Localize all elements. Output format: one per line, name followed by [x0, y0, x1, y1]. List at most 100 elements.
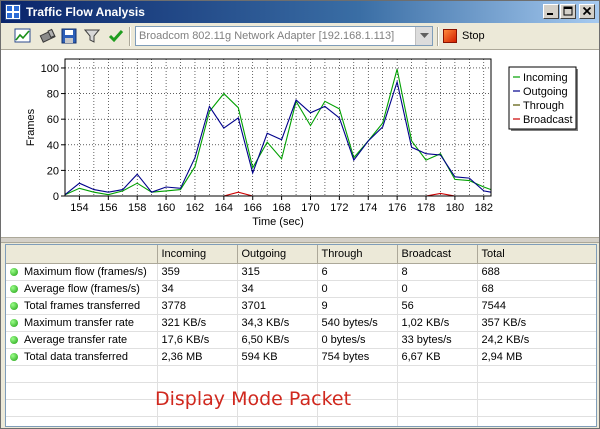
- status-dot-icon: [10, 301, 18, 310]
- y-tick-label: 20: [47, 165, 59, 177]
- empty-cell: [397, 416, 478, 426]
- x-tick-label: 172: [330, 202, 348, 214]
- chart-legend: Incoming Outgoing Through Broadcast: [508, 66, 578, 131]
- adapter-value: Broadcom 802.11g Network Adapter [192.16…: [139, 30, 395, 42]
- save-icon: [61, 28, 77, 44]
- x-tick-label: 158: [128, 202, 146, 214]
- maximize-icon: [563, 6, 573, 16]
- table-cell: 8: [397, 263, 478, 281]
- column-header-outgoing[interactable]: Outgoing: [237, 245, 318, 264]
- traffic-chart: 154 156 158 160 162 164 166 168 170 172 174 176 178 1…: [25, 58, 578, 228]
- table-cell: 6: [317, 263, 398, 281]
- table-cell: 34: [237, 280, 318, 298]
- empty-cell: [6, 399, 158, 417]
- y-tick-label: 80: [47, 89, 59, 101]
- legend-label-outgoing: Outgoing: [523, 86, 568, 98]
- window-title: Traffic Flow Analysis: [26, 5, 145, 19]
- table-cell: 754 bytes: [317, 348, 398, 366]
- x-tick-label: 182: [475, 202, 493, 214]
- y-tick-label: 0: [53, 191, 59, 203]
- column-header-total[interactable]: Total: [477, 245, 596, 264]
- chart-button[interactable]: [11, 26, 33, 47]
- table-cell: 9: [317, 297, 398, 315]
- table-row[interactable]: Average transfer rate 17,6 KB/s 6,50 KB/s 0…: [6, 331, 596, 349]
- x-tick-label: 168: [272, 202, 290, 214]
- legend-label-through: Through: [523, 100, 564, 112]
- chart-icon: [14, 28, 30, 43]
- legend-label-incoming: Incoming: [523, 72, 568, 84]
- empty-cell: [477, 365, 596, 383]
- maximize-button[interactable]: [560, 4, 576, 19]
- minimize-button[interactable]: [543, 4, 559, 19]
- x-tick-label: 166: [244, 202, 262, 214]
- close-button[interactable]: [579, 4, 595, 19]
- table-cell: 540 bytes/s: [317, 314, 398, 332]
- column-header-broadcast[interactable]: Broadcast: [397, 245, 478, 264]
- app-icon: [5, 4, 21, 20]
- x-tick-label: 154: [70, 202, 88, 214]
- pane-splitter[interactable]: [1, 237, 599, 243]
- stop-icon: [443, 29, 457, 43]
- table-row[interactable]: Maximum transfer rate 321 KB/s 34,3 KB/s 54…: [6, 314, 596, 332]
- table-cell: 2,36 MB: [157, 348, 238, 366]
- filter-button[interactable]: [81, 26, 103, 47]
- empty-cell: [157, 365, 238, 383]
- table-cell: 3701: [237, 297, 318, 315]
- table-row[interactable]: Total frames transferred 3778 3701 9 56 7544: [6, 297, 596, 315]
- table-row[interactable]: Average flow (frames/s) 34 34 0 0 68: [6, 280, 596, 298]
- empty-table-row: [6, 416, 596, 426]
- table-cell: 357 KB/s: [477, 314, 596, 332]
- table-row[interactable]: Total data transferred 2,36 MB 594 KB 754 b…: [6, 348, 596, 366]
- empty-cell: [477, 382, 596, 400]
- series-line-incoming: [64, 69, 492, 196]
- empty-cell: [6, 416, 158, 426]
- table-cell: 688: [477, 263, 596, 281]
- table-cell: 2,94 MB: [477, 348, 596, 366]
- row-label: Maximum flow (frames/s): [24, 265, 147, 278]
- empty-cell: [397, 365, 478, 383]
- table-cell: 321 KB/s: [157, 314, 238, 332]
- series-line-broadcast: [65, 191, 491, 197]
- toolbar-separator: [437, 27, 439, 46]
- traffic-chart-area: 154 156 158 160 162 164 166 168 170 172 174 176 178 1…: [1, 50, 599, 237]
- table-row[interactable]: Maximum flow (frames/s) 359 315 6 8 688: [6, 263, 596, 281]
- apply-button[interactable]: [105, 26, 127, 47]
- pipe-button[interactable]: [36, 26, 58, 47]
- x-tick-label: 156: [99, 202, 117, 214]
- table-header-row: Incoming Outgoing Through Broadcast Total: [6, 245, 596, 264]
- table-cell: 1,02 KB/s: [397, 314, 478, 332]
- column-header-blank[interactable]: [6, 245, 158, 264]
- stop-button[interactable]: Stop: [440, 26, 500, 47]
- checkmark-icon: [108, 30, 124, 43]
- title-bar[interactable]: Traffic Flow Analysis: [1, 1, 599, 23]
- x-tick-label: 160: [157, 202, 175, 214]
- empty-cell: [6, 365, 158, 383]
- table-cell: 0 bytes/s: [317, 331, 398, 349]
- close-icon: [582, 6, 592, 16]
- x-tick-label: 174: [359, 202, 377, 214]
- x-axis-label: Time (sec): [252, 216, 304, 228]
- y-tick-label: 100: [41, 63, 59, 75]
- empty-cell: [317, 365, 398, 383]
- filter-icon: [84, 29, 100, 43]
- pipe-icon: [39, 28, 56, 43]
- traffic-flow-window: Traffic Flow Analysis Broadcom 802.11g N…: [0, 0, 600, 429]
- dropdown-arrow-button[interactable]: [415, 27, 432, 45]
- toolbar-separator: [129, 27, 131, 46]
- x-tick-label: 164: [215, 202, 233, 214]
- row-label: Maximum transfer rate: [24, 316, 135, 329]
- row-label-cell: Average transfer rate: [6, 331, 158, 349]
- empty-table-row: [6, 365, 596, 383]
- table-cell: 0: [317, 280, 398, 298]
- table-cell: 6,50 KB/s: [237, 331, 318, 349]
- row-label: Average flow (frames/s): [24, 282, 140, 295]
- adapter-dropdown[interactable]: Broadcom 802.11g Network Adapter [192.16…: [135, 26, 433, 46]
- row-label-cell: Total data transferred: [6, 348, 158, 366]
- minimize-icon: [547, 13, 553, 15]
- chevron-down-icon: [419, 33, 429, 38]
- empty-cell: [477, 416, 596, 426]
- column-header-through[interactable]: Through: [317, 245, 398, 264]
- save-button[interactable]: [58, 26, 80, 47]
- column-header-incoming[interactable]: Incoming: [157, 245, 238, 264]
- row-label-cell: Maximum flow (frames/s): [6, 263, 158, 281]
